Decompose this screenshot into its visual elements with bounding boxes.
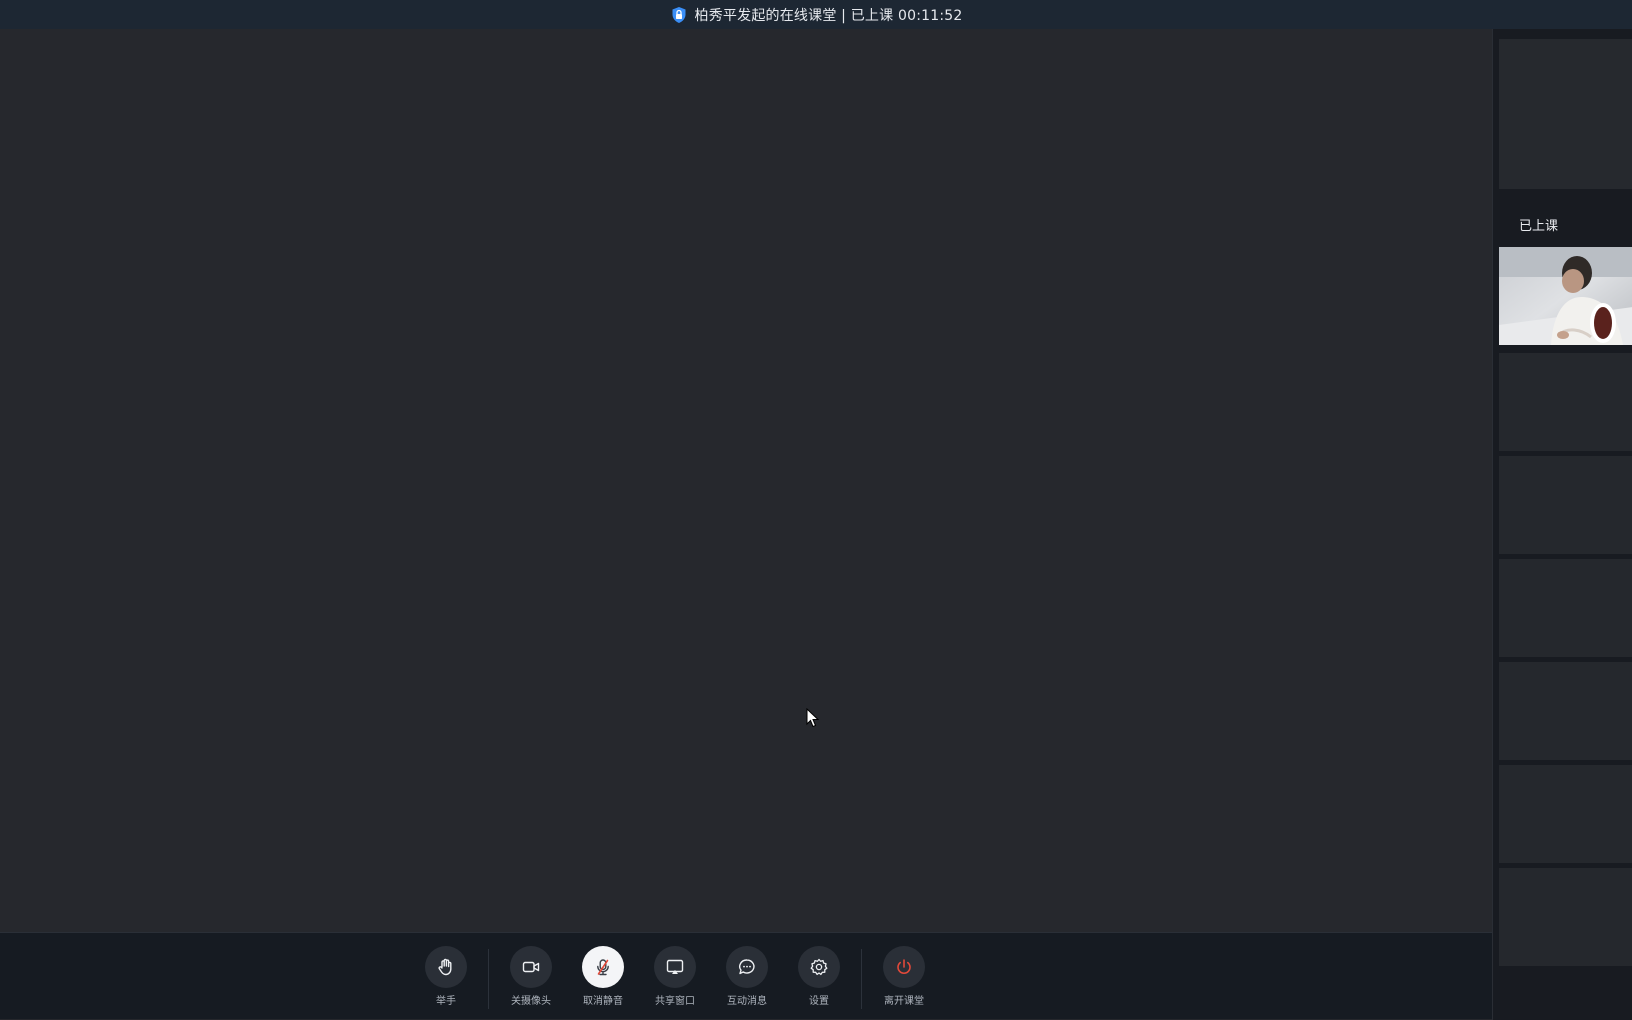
settings-button[interactable]: 设置 xyxy=(784,946,854,1007)
main-stage xyxy=(0,29,1492,932)
window-title: 柏秀平发起的在线课堂 | 已上课 00:11:52 xyxy=(694,7,963,24)
raise-hand-label: 举手 xyxy=(436,996,456,1007)
gear-icon xyxy=(810,958,828,976)
empty-video-slot xyxy=(1499,353,1632,451)
raise-hand-icon xyxy=(438,958,452,976)
section-label: 已上课 xyxy=(1519,219,1559,234)
leave-class-label: 离开课堂 xyxy=(884,996,924,1007)
classroom-window: 柏秀平发起的在线课堂 | 已上课 00:11:52 举手 关摄像头 取消静音 共… xyxy=(0,0,1632,1020)
participant-video-tile[interactable] xyxy=(1499,247,1632,345)
camera-toggle-label: 关摄像头 xyxy=(511,996,551,1007)
shield-lock-icon xyxy=(672,6,686,23)
messages-label: 互动消息 xyxy=(727,996,767,1007)
power-icon xyxy=(897,959,911,974)
empty-video-slot xyxy=(1499,456,1632,554)
empty-video-slot xyxy=(1499,662,1632,760)
camera-toggle-button[interactable]: 关摄像头 xyxy=(496,946,566,1007)
title-bar: 柏秀平发起的在线课堂 | 已上课 00:11:52 xyxy=(0,0,1632,29)
toolbar-divider xyxy=(861,949,862,1009)
mouse-cursor-icon xyxy=(806,708,820,728)
empty-video-slot xyxy=(1499,765,1632,863)
empty-video-slot xyxy=(1499,559,1632,657)
bottom-toolbar: 举手 关摄像头 取消静音 共享窗口 互动消息 设置 离开课堂 xyxy=(0,932,1492,1019)
empty-video-slot xyxy=(1499,868,1632,966)
messages-button[interactable]: 互动消息 xyxy=(712,946,782,1007)
participants-sidebar: 已上课 xyxy=(1492,29,1632,1020)
toolbar-divider xyxy=(488,949,489,1009)
leave-class-button[interactable]: 离开课堂 xyxy=(869,946,939,1007)
camera-icon xyxy=(522,961,540,973)
unmute-button[interactable]: 取消静音 xyxy=(568,946,638,1007)
settings-label: 设置 xyxy=(809,996,829,1007)
screen-share-icon xyxy=(666,959,684,974)
chat-bubble-icon xyxy=(739,959,755,975)
mic-muted-icon xyxy=(597,959,609,976)
share-window-button[interactable]: 共享窗口 xyxy=(640,946,710,1007)
unmute-label: 取消静音 xyxy=(583,996,623,1007)
participant-video-icon xyxy=(1499,247,1632,345)
raise-hand-button[interactable]: 举手 xyxy=(411,946,481,1007)
share-window-label: 共享窗口 xyxy=(655,996,695,1007)
teacher-video-tile[interactable] xyxy=(1499,39,1632,189)
